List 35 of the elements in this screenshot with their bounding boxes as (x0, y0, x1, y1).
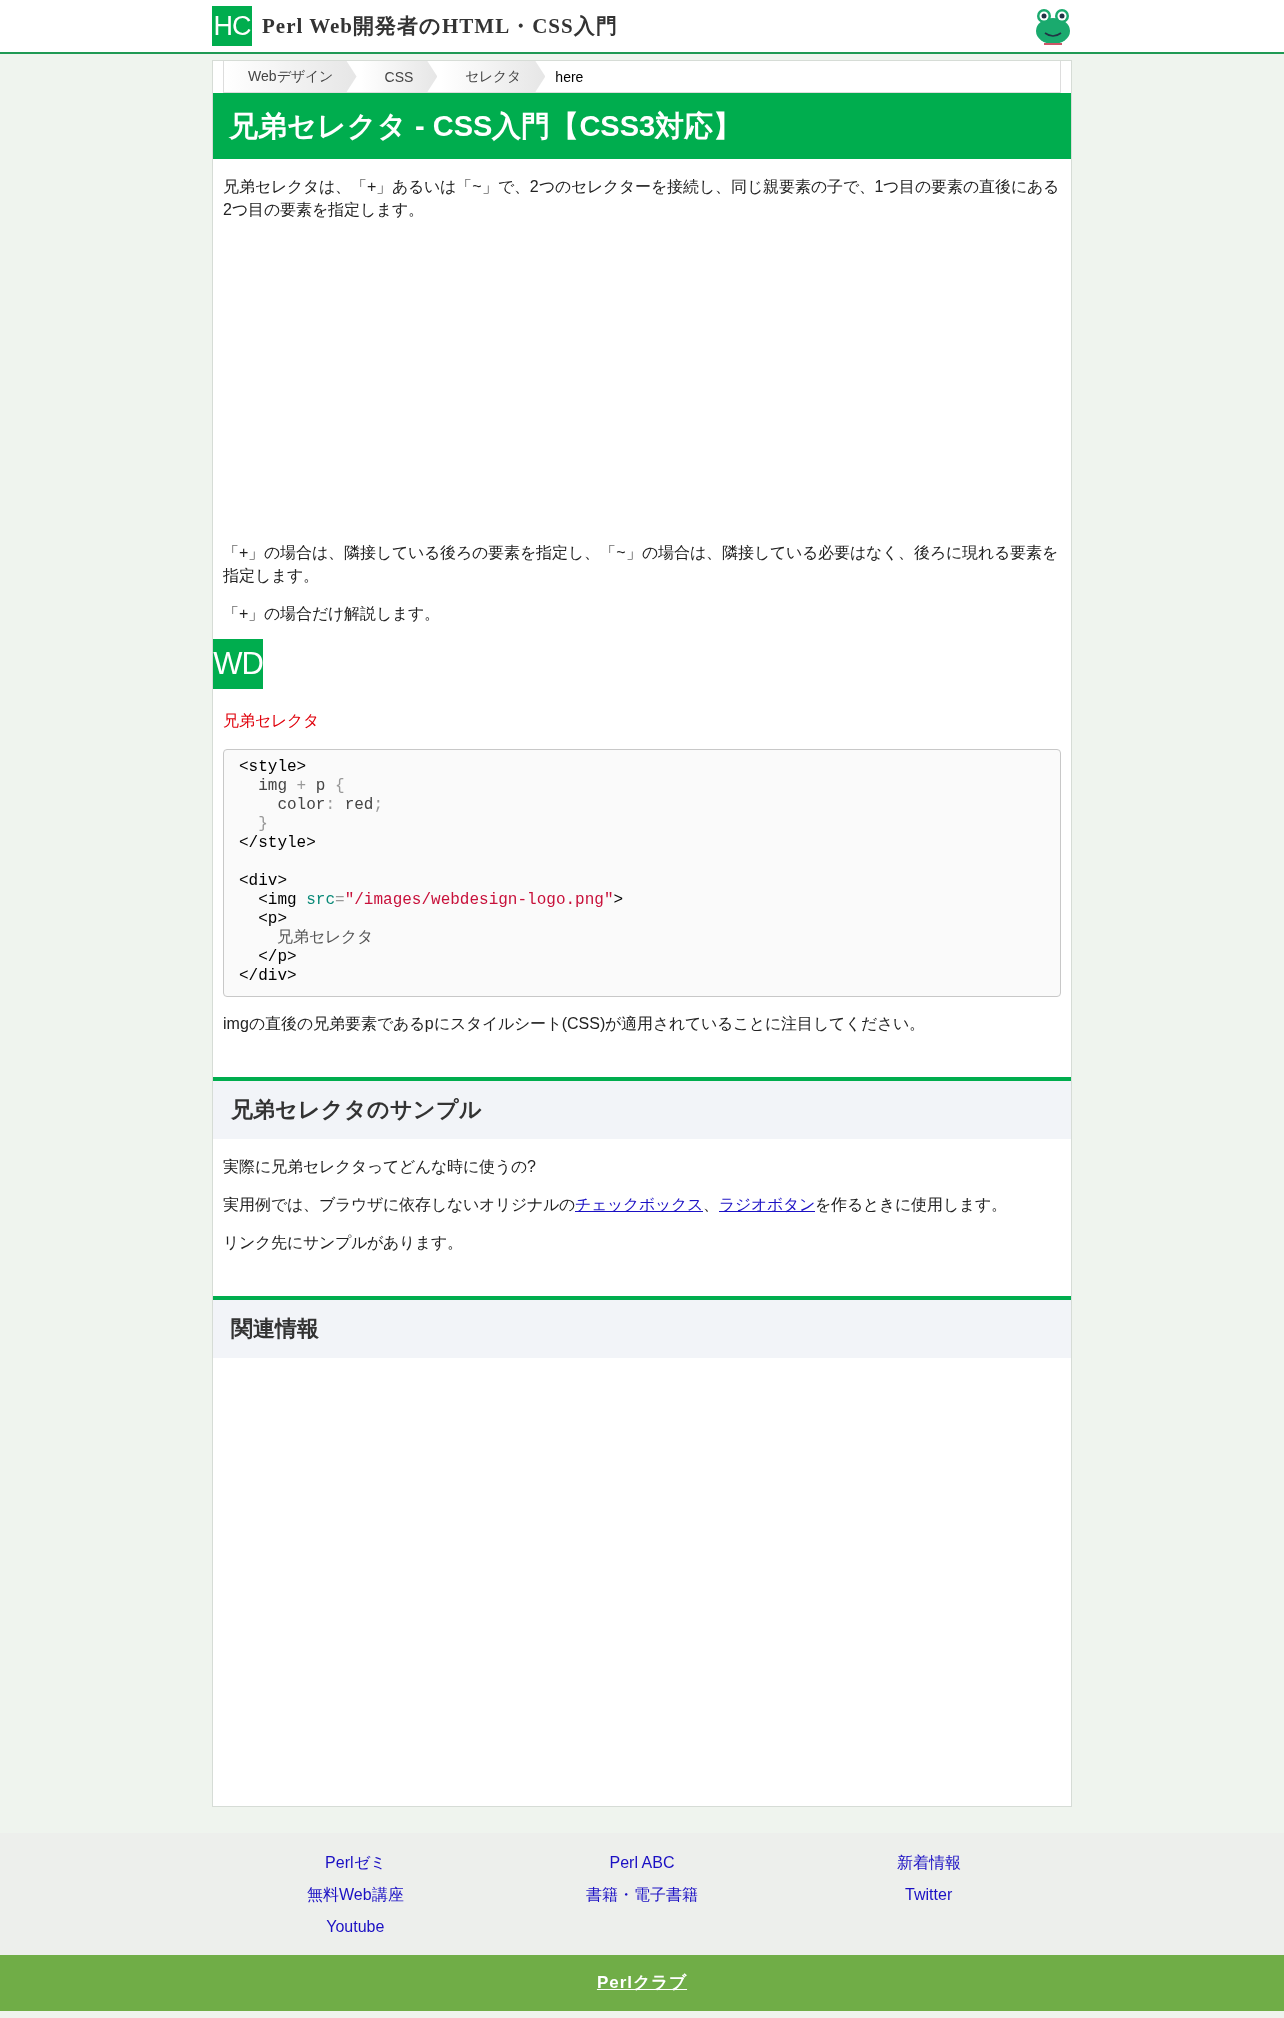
code-line: </style> (239, 834, 317, 853)
webdesign-logo: WD (213, 639, 263, 689)
code-line: color: red; (276, 796, 385, 815)
code-line: <img src="/images/webdesign-logo.png"> (257, 891, 625, 910)
paragraph: 「+」の場合は、隣接している後ろの要素を指定し、「~」の場合は、隣接している必要はなく、後ろに現れる要素を指定します。 (222, 543, 1059, 586)
section-heading: 関連情報 (213, 1296, 1071, 1358)
footer-link[interactable]: Perl ABC (609, 1847, 675, 1879)
breadcrumb-current: here (554, 67, 584, 87)
paragraph: 兄弟セレクタは、「+」あるいは「~」で、2つのセレクターを接続し、同じ親要素の子で、1つ目の要素の直後にある2つ目の要素を指定します。 (222, 177, 1061, 220)
section-heading: 兄弟セレクタのサンプル (213, 1077, 1071, 1139)
footer-link[interactable]: Perlゼミ (325, 1847, 386, 1879)
paragraph: 「+」の場合だけ解説します。 (222, 604, 442, 624)
code-line: <p> (257, 910, 288, 929)
code-line: } (257, 815, 269, 834)
footer-link[interactable]: Youtube (326, 1911, 385, 1943)
code-line: img + p { (257, 777, 346, 796)
code-line: <style> (239, 758, 308, 777)
footer-link[interactable]: 新着情報 (896, 1847, 961, 1879)
code-line: </div> (239, 967, 298, 986)
page-title: 兄弟セレクタ - CSS入門【CSS3対応】 (213, 93, 1071, 159)
frog-icon (1034, 6, 1072, 46)
footer-link[interactable]: Twitter (905, 1879, 953, 1911)
footer-link[interactable]: 無料Web講座 (307, 1879, 404, 1911)
paragraph: 実際に兄弟セレクタってどんな時に使うの? (222, 1157, 537, 1177)
paragraph: 実用例では、ブラウザに依存しないオリジナルのチェックボックス、ラジオボタンを作るときに使用します。 (222, 1195, 1008, 1215)
code-line: 兄弟セレクタ (276, 929, 375, 948)
paragraph: imgの直後の兄弟要素であるpにスタイルシート(CSS)が適用されていることに注目してください。 (222, 1014, 927, 1034)
link[interactable]: ラジオボタン (719, 1196, 815, 1213)
code-line: </p> (257, 948, 298, 967)
link[interactable]: チェックボックス (575, 1196, 703, 1213)
site-title[interactable]: Perl Web開発者のHTML・CSS入門 (262, 12, 1024, 40)
code-line: <div> (239, 872, 288, 891)
footer-link[interactable]: 書籍・電子書籍 (586, 1879, 698, 1911)
paragraph: リンク先にサンプルがあります。 (222, 1233, 464, 1253)
code-caption: 兄弟セレクタ (222, 711, 320, 731)
